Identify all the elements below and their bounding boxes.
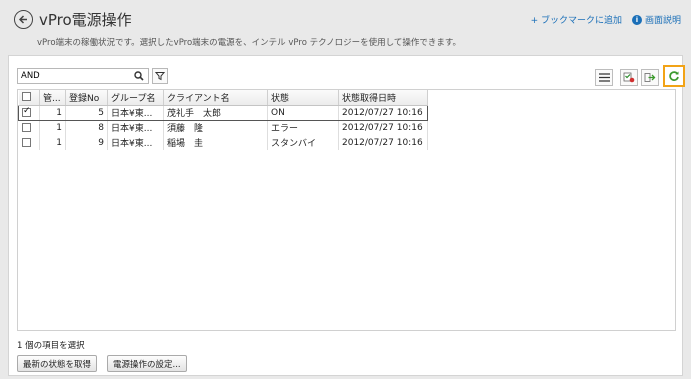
select-all-checkbox[interactable] (21, 92, 31, 102)
column-header-kan[interactable]: 管... (39, 90, 66, 106)
page-title: vPro電源操作 (39, 11, 132, 29)
export-button[interactable] (641, 69, 659, 86)
search-input[interactable] (18, 69, 128, 83)
table-row[interactable]: 1 8 日本¥東... 須藤 隆 エラー 2012/07/27 10:16 (18, 120, 428, 135)
power-settings-icon (623, 72, 635, 83)
main-panel: 管... 登録No グループ名 クライアント名 状態 状態取得日時 1 5 日本… (8, 55, 685, 376)
filter-button[interactable] (152, 68, 168, 84)
column-header-client[interactable]: クライアント名 (163, 90, 268, 106)
power-settings-button[interactable]: 電源操作の設定... (107, 355, 187, 372)
column-header-status[interactable]: 状態 (267, 90, 339, 106)
cell-group: 日本¥東... (107, 120, 164, 135)
cell-status: スタンバイ (267, 135, 339, 150)
cell-client: 稲場 圭 (163, 135, 268, 150)
search-icon[interactable] (134, 71, 144, 81)
search-field (17, 68, 149, 84)
client-table: 管... 登録No グループ名 クライアント名 状態 状態取得日時 1 5 日本… (18, 90, 428, 150)
cell-client: 茂礼手 太郎 (163, 104, 268, 121)
table-header-row: 管... 登録No グループ名 クライアント名 状態 状態取得日時 (18, 90, 428, 106)
back-button[interactable] (14, 10, 33, 29)
cell-reg-no: 9 (65, 135, 108, 150)
screen-help-label: 画面説明 (644, 16, 681, 26)
cell-status: エラー (267, 120, 339, 135)
back-arrow-icon (18, 15, 27, 24)
get-latest-status-button[interactable]: 最新の状態を取得 (17, 355, 98, 372)
cell-kan: 1 (39, 135, 66, 150)
selection-count: 1 個の項目を選択 (17, 341, 85, 351)
cell-status: ON (267, 104, 339, 121)
page-subtitle: vPro端末の稼働状況です。選択したvPro端末の電源を、インテル vPro テ… (37, 38, 461, 48)
cell-reg-no: 5 (65, 104, 108, 121)
cell-datetime: 2012/07/27 10:16 (338, 135, 428, 150)
column-list-button[interactable] (595, 69, 613, 86)
row-checkbox[interactable] (21, 137, 31, 147)
cell-group: 日本¥東... (107, 135, 164, 150)
cell-client: 須藤 隆 (163, 120, 268, 135)
column-header-reg-no[interactable]: 登録No (65, 90, 108, 106)
refresh-button[interactable] (663, 65, 685, 87)
refresh-icon (669, 71, 679, 81)
cell-kan: 1 (39, 120, 66, 135)
column-header-datetime[interactable]: 状態取得日時 (338, 90, 428, 106)
cell-reg-no: 8 (65, 120, 108, 135)
screen-help-link[interactable]: i 画面説明 (631, 13, 681, 26)
cell-datetime: 2012/07/27 10:16 (338, 120, 428, 135)
export-icon (644, 73, 656, 82)
row-checkbox[interactable] (22, 106, 31, 117)
info-icon: i (631, 14, 642, 25)
power-operation-button[interactable] (620, 69, 638, 86)
table-row[interactable]: 1 5 日本¥東... 茂礼手 太郎 ON 2012/07/27 10:16 (18, 104, 428, 121)
cell-group: 日本¥東... (107, 104, 164, 121)
cell-datetime: 2012/07/27 10:16 (338, 104, 428, 121)
select-all-header[interactable] (18, 90, 40, 106)
page-header: vPro電源操作 vPro端末の稼働状況です。選択したvPro端末の電源を、イン… (0, 0, 691, 52)
cell-kan: 1 (39, 104, 66, 121)
table-row[interactable]: 1 9 日本¥東... 稲場 圭 スタンバイ 2012/07/27 10:16 (18, 135, 428, 150)
row-checkbox[interactable] (21, 122, 31, 132)
add-bookmark-link[interactable]: + ブックマークに追加 (531, 13, 622, 26)
filter-icon (155, 72, 165, 81)
list-icon (598, 73, 610, 82)
column-header-group[interactable]: グループ名 (107, 90, 164, 106)
client-table-frame: 管... 登録No グループ名 クライアント名 状態 状態取得日時 1 5 日本… (17, 89, 676, 331)
